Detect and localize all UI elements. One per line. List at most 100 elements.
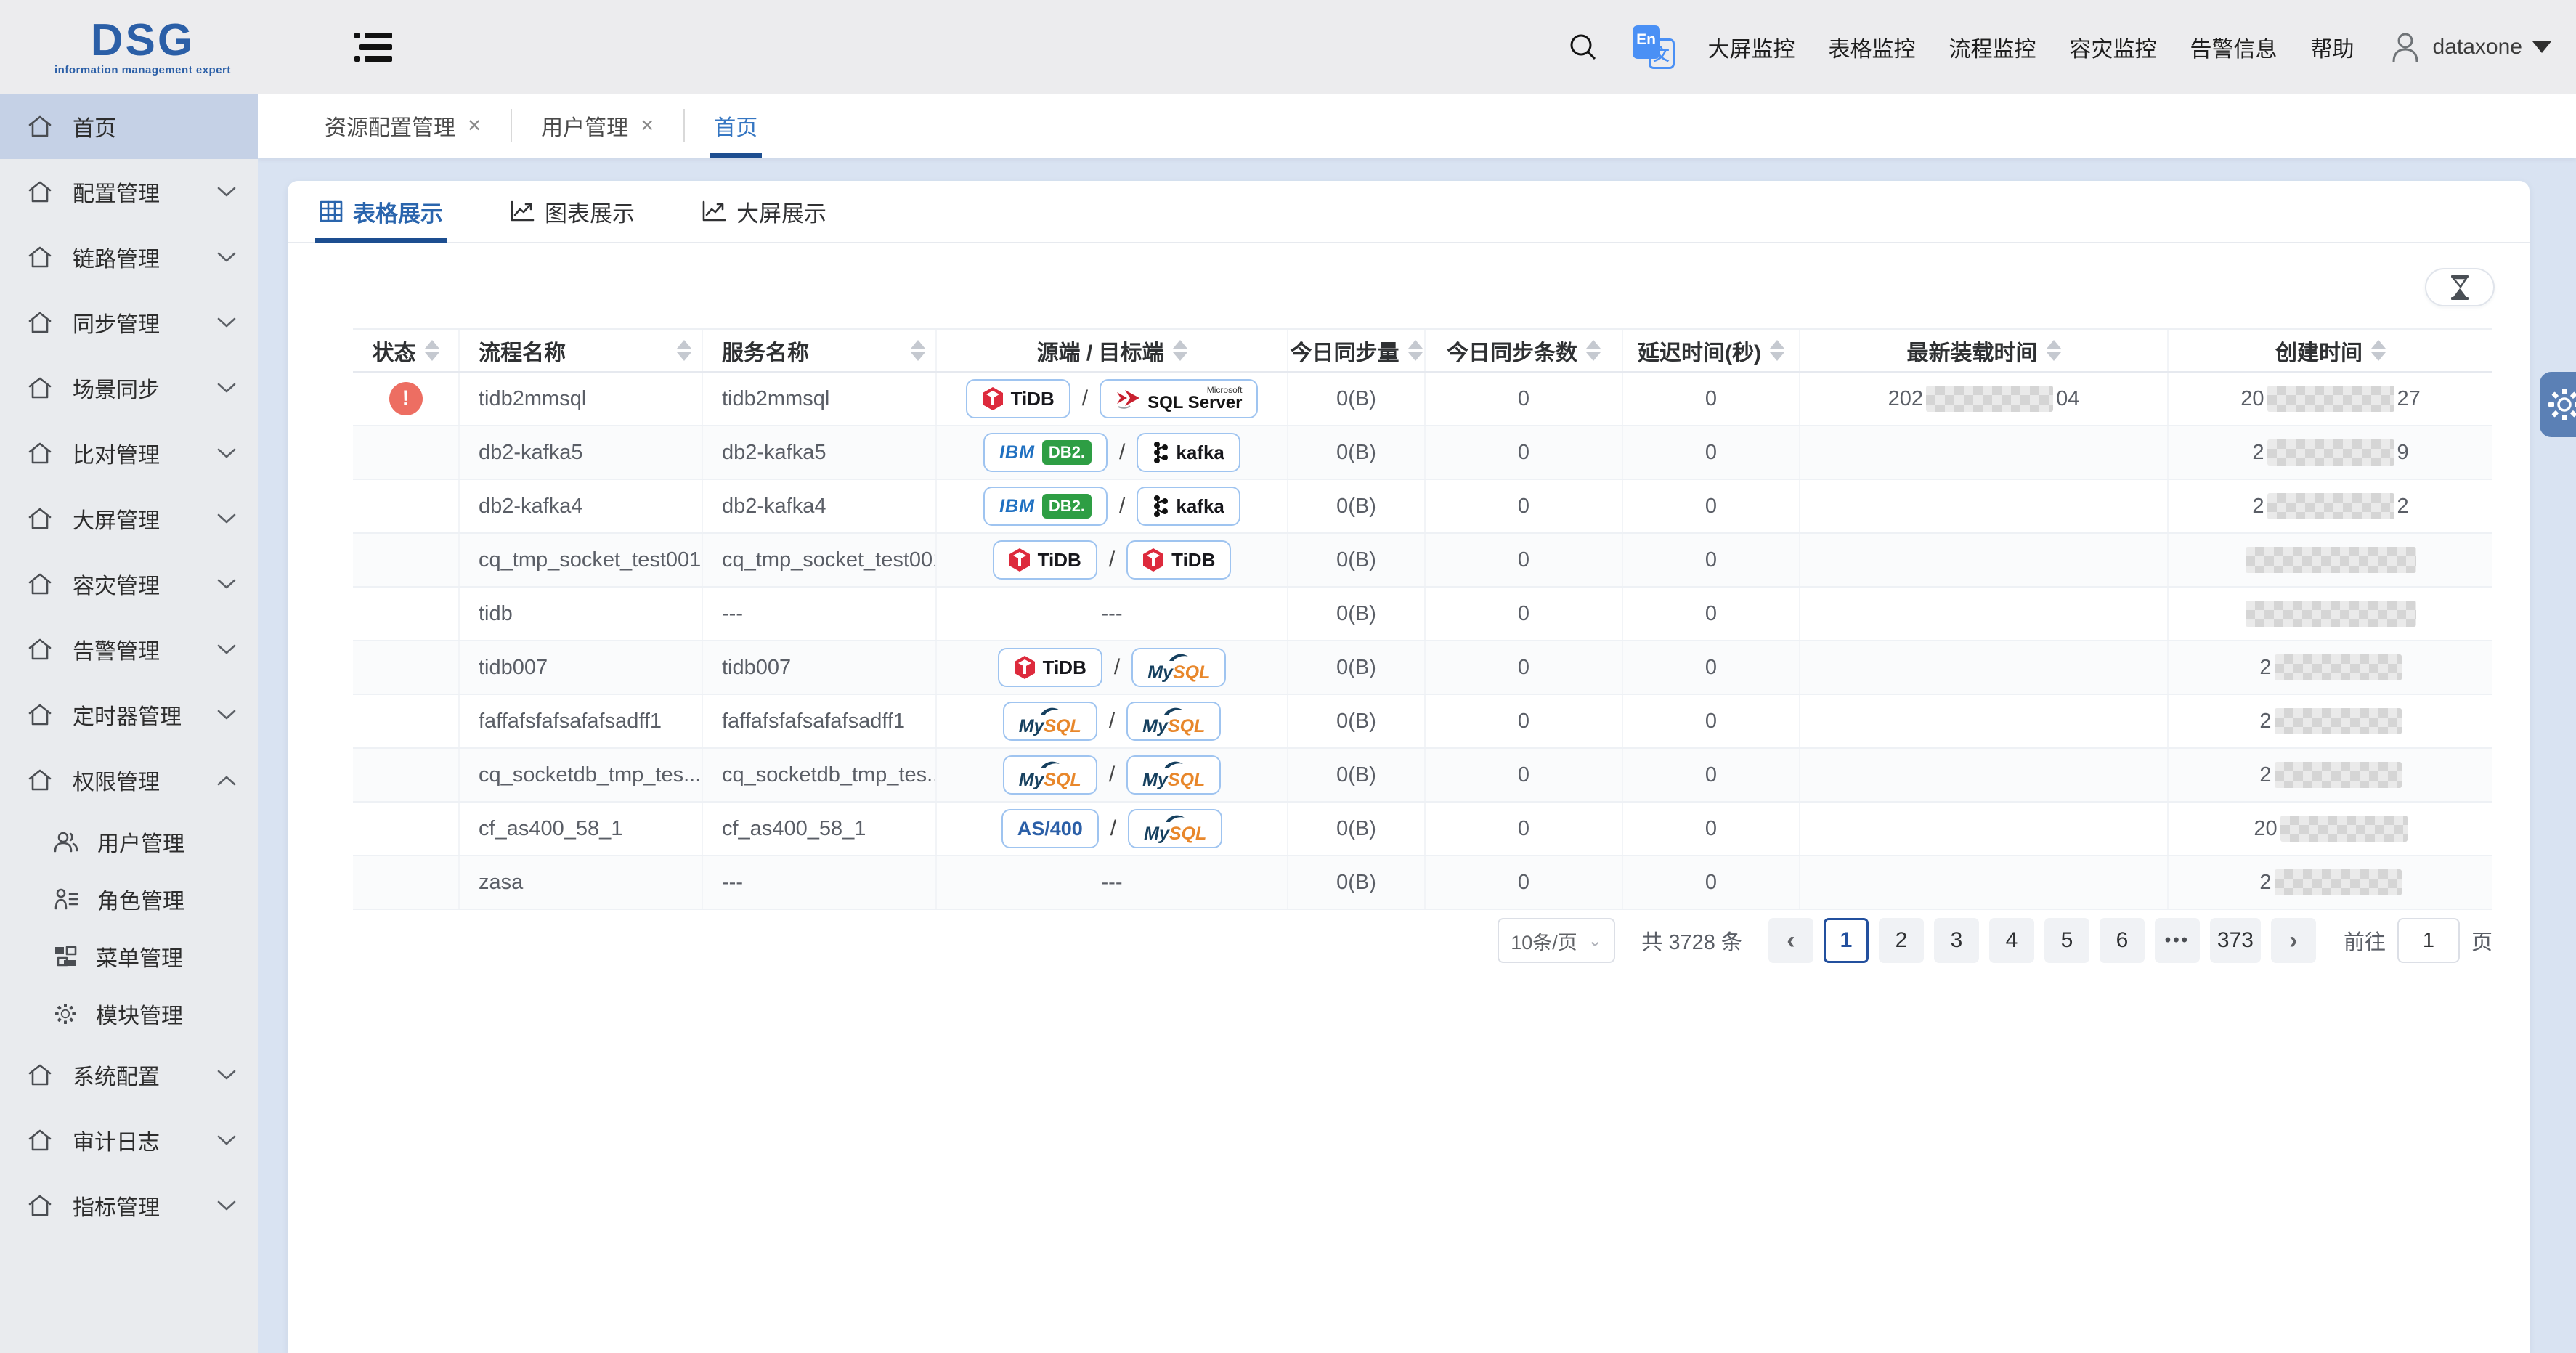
- sidebar-item-审计日志[interactable]: 审计日志: [0, 1108, 258, 1173]
- top-nav: 大屏监控 表格监控 流程监控 容灾监控 告警信息 帮助: [1708, 31, 2354, 63]
- close-tab-icon[interactable]: ✕: [467, 115, 482, 137]
- sidebar-item-容灾管理[interactable]: 容灾管理: [0, 551, 258, 617]
- sidebar-item-label: 定时器管理: [73, 699, 217, 731]
- page-tab-资源配置管理[interactable]: 资源配置管理✕: [296, 94, 511, 158]
- cell: 0: [1426, 426, 1623, 479]
- sidebar-subitem-菜单管理[interactable]: 菜单管理: [0, 927, 258, 985]
- chevron-down-icon: [217, 1135, 236, 1146]
- table-row-tidb[interactable]: tidb------0(B)00: [353, 588, 2492, 641]
- view-tab-图表展示[interactable]: 图表展示: [510, 181, 635, 242]
- cell: tidb007: [703, 641, 937, 694]
- sidebar-item-配置管理[interactable]: 配置管理: [0, 159, 258, 224]
- sort-carets[interactable]: [1173, 340, 1187, 361]
- table-row-zasa[interactable]: zasa------0(B)002: [353, 856, 2492, 910]
- goto-unit: 页: [2471, 925, 2492, 956]
- page-button-2[interactable]: 2: [1879, 918, 1924, 963]
- table-row-cq_tmp_socket_test001[interactable]: cq_tmp_socket_test001cq_tmp_socket_test0…: [353, 534, 2492, 588]
- sidebar-subitem-用户管理[interactable]: 用户管理: [0, 813, 258, 870]
- cell: 0(B): [1288, 588, 1426, 640]
- table-row-tidb007[interactable]: tidb007tidb007TiDB/MySQL0(B)002: [353, 641, 2492, 695]
- sidebar-item-同步管理[interactable]: 同步管理: [0, 290, 258, 355]
- sort-carets[interactable]: [425, 340, 439, 361]
- language-toggle-icon[interactable]: 文 En: [1633, 25, 1675, 69]
- page-tab-用户管理[interactable]: 用户管理✕: [512, 94, 683, 158]
- page-tab-bar: 资源配置管理✕用户管理✕首页: [258, 94, 2576, 158]
- cell: 0: [1623, 641, 1800, 694]
- nav-item-2[interactable]: 流程监控: [1949, 31, 2036, 63]
- page-button-5[interactable]: 5: [2044, 918, 2089, 963]
- close-tab-icon[interactable]: ✕: [640, 115, 654, 137]
- col-header-今日同步条数: 今日同步条数: [1426, 330, 1623, 371]
- today-count: 0: [1518, 602, 1529, 626]
- goto-page-input[interactable]: [2397, 918, 2460, 963]
- cell: 2: [2169, 749, 2492, 801]
- nav-item-5[interactable]: 帮助: [2311, 31, 2354, 63]
- sidebar: 首页配置管理链路管理同步管理场景同步比对管理大屏管理容灾管理告警管理定时器管理权…: [0, 94, 258, 1353]
- sort-carets[interactable]: [2047, 340, 2061, 361]
- sort-carets[interactable]: [677, 340, 691, 361]
- user-menu[interactable]: dataxone: [2388, 30, 2551, 65]
- cell: 0: [1426, 641, 1623, 694]
- sidebar-subitem-角色管理[interactable]: 角色管理: [0, 870, 258, 927]
- next-page-button[interactable]: ›: [2271, 918, 2316, 963]
- page-ellipsis[interactable]: •••: [2155, 918, 2200, 963]
- sidebar-item-首页[interactable]: 首页: [0, 94, 258, 159]
- page-button-3[interactable]: 3: [1934, 918, 1979, 963]
- table-row-cf_as400_58_1[interactable]: cf_as400_58_1cf_as400_58_1AS/400/MySQL0(…: [353, 803, 2492, 856]
- table-row-cq_socketdb_tmp_tes...[interactable]: cq_socketdb_tmp_tes...cq_socketdb_tmp_te…: [353, 749, 2492, 803]
- table-row-faffafsfafsafafsadff1[interactable]: faffafsfafsafafsadff1faffafsfafsafafsadf…: [353, 695, 2492, 749]
- page-button-6[interactable]: 6: [2100, 918, 2145, 963]
- cell: db2-kafka4: [703, 480, 937, 532]
- process-name: db2-kafka5: [479, 441, 583, 465]
- cell: ---: [937, 588, 1288, 640]
- sort-carets[interactable]: [911, 340, 925, 361]
- table-row-db2-kafka4[interactable]: db2-kafka4db2-kafka4IBMDB2./kafka0(B)002…: [353, 480, 2492, 534]
- sidebar-item-指标管理[interactable]: 指标管理: [0, 1173, 258, 1238]
- process-name: tidb007: [479, 656, 548, 680]
- sidebar-item-label: 权限管理: [73, 764, 217, 796]
- avatar-icon: [2388, 30, 2423, 65]
- settings-drawer-button[interactable]: [2540, 372, 2576, 437]
- page-button-373[interactable]: 373: [2210, 918, 2261, 963]
- nav-item-4[interactable]: 告警信息: [2190, 31, 2278, 63]
- sidebar-subitem-模块管理[interactable]: 模块管理: [0, 985, 258, 1042]
- loading-history-button[interactable]: [2425, 268, 2495, 306]
- home-icon: [28, 311, 52, 334]
- cell: [353, 695, 460, 747]
- sidebar-item-权限管理[interactable]: 权限管理: [0, 747, 258, 813]
- view-tab-大屏展示[interactable]: 大屏展示: [702, 181, 826, 242]
- table-row-db2-kafka5[interactable]: db2-kafka5db2-kafka5IBMDB2./kafka0(B)002…: [353, 426, 2492, 480]
- page-button-4[interactable]: 4: [1989, 918, 2034, 963]
- cell: db2-kafka4: [460, 480, 703, 532]
- cell: 0: [1426, 373, 1623, 425]
- sidebar-item-告警管理[interactable]: 告警管理: [0, 617, 258, 682]
- nav-item-1[interactable]: 表格监控: [1829, 31, 1916, 63]
- today-volume: 0(B): [1336, 602, 1376, 626]
- sidebar-item-链路管理[interactable]: 链路管理: [0, 224, 258, 290]
- sidebar-item-大屏管理[interactable]: 大屏管理: [0, 486, 258, 551]
- home-icon: [28, 245, 52, 269]
- sort-carets[interactable]: [1586, 340, 1601, 361]
- page-tab-首页[interactable]: 首页: [685, 94, 787, 158]
- nav-item-0[interactable]: 大屏监控: [1708, 31, 1795, 63]
- search-icon[interactable]: [1567, 31, 1599, 63]
- sidebar-item-场景同步[interactable]: 场景同步: [0, 355, 258, 420]
- table-row-tidb2mmsql[interactable]: !tidb2mmsqltidb2mmsqlTiDB/MicrosoftSQL S…: [353, 373, 2492, 426]
- process-name: zasa: [479, 871, 523, 895]
- prev-page-button[interactable]: ‹: [1768, 918, 1813, 963]
- cell: 0(B): [1288, 480, 1426, 532]
- sort-carets[interactable]: [1408, 340, 1423, 361]
- sidebar-item-定时器管理[interactable]: 定时器管理: [0, 682, 258, 747]
- view-tab-表格展示[interactable]: 表格展示: [320, 181, 443, 242]
- nav-item-3[interactable]: 容灾监控: [2070, 31, 2157, 63]
- sidebar-item-比对管理[interactable]: 比对管理: [0, 420, 258, 486]
- sidebar-item-label: 大屏管理: [73, 503, 217, 535]
- sort-carets[interactable]: [2371, 340, 2386, 361]
- page-size-select[interactable]: 10条/页 ⌄: [1498, 918, 1615, 963]
- page-button-1[interactable]: 1: [1824, 918, 1869, 963]
- sidebar-item-系统配置[interactable]: 系统配置: [0, 1042, 258, 1108]
- collapse-menu-icon[interactable]: [354, 31, 392, 63]
- redacted-timestamp: 2: [2259, 762, 2401, 788]
- sort-carets[interactable]: [1770, 340, 1784, 361]
- process-name: tidb2mmsql: [479, 387, 586, 411]
